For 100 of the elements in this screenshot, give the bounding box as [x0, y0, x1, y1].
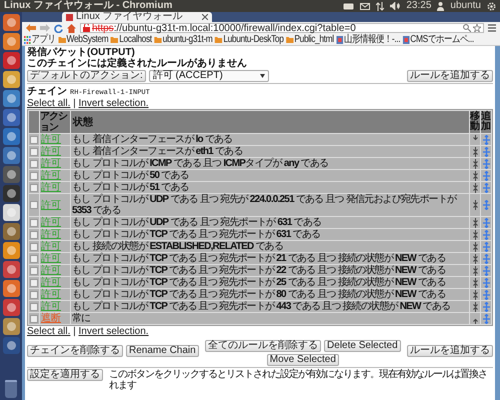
move-selected-button[interactable]: Move Selected	[266, 354, 339, 366]
close-icon[interactable]	[202, 14, 208, 20]
select-all-link[interactable]: Select all.	[27, 98, 70, 109]
browser-tab[interactable]: Linux ファイヤウォール	[62, 12, 212, 22]
add-rule-button[interactable]: ルールを追加する	[407, 70, 493, 82]
network-arrows-icon[interactable]	[376, 2, 384, 10]
row-checkbox[interactable]	[30, 314, 38, 322]
add-rule-button[interactable]: ルールを追加する	[406, 345, 493, 357]
invert-selection-link[interactable]: Invert selection.	[78, 326, 149, 337]
table-cell: もし プロトコルが 50 である	[71, 170, 469, 181]
folder-icon[interactable]	[154, 36, 162, 43]
speaker-icon[interactable]	[390, 2, 400, 10]
app-icon[interactable]	[2, 318, 20, 335]
row-checkbox[interactable]	[30, 218, 38, 226]
app-icon[interactable]	[2, 166, 20, 183]
move-arrows-icon[interactable]	[472, 146, 478, 156]
select-all-link[interactable]: Select all.	[27, 326, 70, 337]
reload-icon[interactable]	[54, 24, 63, 32]
user-name[interactable]: ubuntu	[450, 0, 481, 12]
app-icon[interactable]	[2, 337, 20, 354]
app-icon[interactable]	[2, 33, 20, 50]
app-icon[interactable]	[2, 109, 20, 126]
row-checkbox[interactable]	[30, 278, 38, 286]
folder-icon[interactable]	[110, 36, 118, 43]
move-arrows-icon[interactable]	[472, 254, 478, 264]
delete-selected-button[interactable]: Delete Selected	[324, 340, 401, 352]
move-arrows-icon[interactable]	[472, 242, 478, 252]
table-cell: もし プロトコルが TCP である 且つ 宛先ポートが 22 である 且つ 接続の状態が NEW である	[71, 265, 469, 276]
app-icon[interactable]	[2, 90, 20, 107]
row-checkbox[interactable]	[30, 290, 38, 298]
row-checkbox[interactable]	[30, 184, 38, 192]
app-icon[interactable]	[2, 14, 20, 31]
row-checkbox[interactable]	[30, 148, 38, 156]
bookmark[interactable]: Localhost	[110, 34, 152, 44]
move-arrows-icon[interactable]	[472, 200, 478, 210]
move-arrows-icon[interactable]	[472, 290, 478, 300]
move-arrows-icon[interactable]	[472, 230, 478, 240]
apply-config-button[interactable]: 設定を適用する	[27, 369, 103, 381]
invert-selection-link[interactable]: Invert selection.	[78, 98, 149, 109]
delete-all-rules-button[interactable]: 全てのルールを削除する	[205, 340, 322, 352]
bookmark[interactable]: CMSでホームペ...	[402, 34, 474, 44]
link-separator: |	[73, 326, 76, 337]
move-arrows-icon[interactable]	[472, 158, 478, 168]
search-icon[interactable]	[463, 24, 471, 32]
trash-icon[interactable]	[5, 380, 17, 398]
app-icon[interactable]	[2, 261, 20, 278]
app-icon[interactable]	[2, 242, 20, 259]
folder-icon[interactable]	[214, 36, 222, 43]
move-arrows-icon[interactable]	[472, 182, 478, 192]
app-icon[interactable]	[2, 185, 20, 202]
mail-icon[interactable]	[360, 2, 370, 10]
page-icon[interactable]	[336, 36, 343, 44]
default-action-dropdown[interactable]: 許可 (ACCEPT)	[148, 70, 269, 82]
apps-grid-icon[interactable]	[24, 36, 31, 44]
bookmark[interactable]: 山形情報便！-...	[336, 34, 400, 44]
row-checkbox[interactable]	[30, 230, 38, 238]
default-action-button[interactable]: デフォルトのアクション:	[27, 70, 146, 82]
move-arrows-icon[interactable]	[472, 302, 478, 312]
chain-label: チェイン	[27, 86, 67, 97]
delete-chain-button[interactable]: チェインを削除する	[27, 345, 123, 357]
clock[interactable]: 23:25	[406, 0, 432, 12]
app-icon[interactable]	[2, 71, 20, 88]
bookmark[interactable]: Public_html	[286, 34, 334, 44]
move-arrows-icon[interactable]	[472, 170, 478, 180]
back-arrow-icon[interactable]	[26, 24, 36, 32]
rename-chain-button[interactable]: Rename Chain	[126, 345, 199, 357]
move-arrows-icon[interactable]	[472, 218, 478, 228]
app-icon[interactable]	[2, 204, 20, 221]
star-icon[interactable]	[473, 24, 481, 32]
menu-icon[interactable]	[488, 24, 496, 32]
row-checkbox[interactable]	[30, 254, 38, 262]
address-bar[interactable]: https://ubuntu-g31t-m.local:10000/firewall/index.cgi?table=0	[80, 23, 484, 33]
move-arrows-icon[interactable]	[472, 266, 478, 276]
row-checkbox[interactable]	[30, 266, 38, 274]
settings-icon[interactable]	[487, 2, 496, 10]
app-icon[interactable]	[2, 299, 20, 316]
row-checkbox[interactable]	[30, 201, 38, 209]
home-icon[interactable]	[67, 24, 76, 32]
app-icon[interactable]	[2, 223, 20, 240]
app-icon[interactable]	[2, 147, 20, 164]
row-checkbox[interactable]	[30, 172, 38, 180]
app-icon[interactable]	[2, 128, 20, 145]
app-icon[interactable]	[2, 280, 20, 297]
bookmark[interactable]: アプリ	[24, 34, 56, 44]
row-checkbox[interactable]	[30, 136, 38, 144]
column-header: アクション	[40, 111, 70, 133]
user-icon[interactable]	[437, 2, 444, 10]
row-checkbox[interactable]	[30, 242, 38, 250]
move-arrows-icon[interactable]	[472, 278, 478, 288]
keyboard-icon[interactable]	[343, 2, 354, 10]
bookmark[interactable]: WebSystem	[58, 34, 108, 44]
folder-icon[interactable]	[286, 36, 294, 43]
bookmark[interactable]: ubuntu-g31t-m	[154, 34, 212, 44]
bookmark[interactable]: Lubuntu-DeskTop	[214, 34, 284, 44]
page-icon[interactable]	[402, 36, 410, 44]
row-checkbox[interactable]	[30, 160, 38, 168]
row-checkbox[interactable]	[30, 302, 38, 310]
empty-chain-message: このチェインには定義されたルールがありません	[27, 58, 248, 69]
app-icon[interactable]	[2, 52, 20, 69]
folder-icon[interactable]	[58, 36, 66, 43]
